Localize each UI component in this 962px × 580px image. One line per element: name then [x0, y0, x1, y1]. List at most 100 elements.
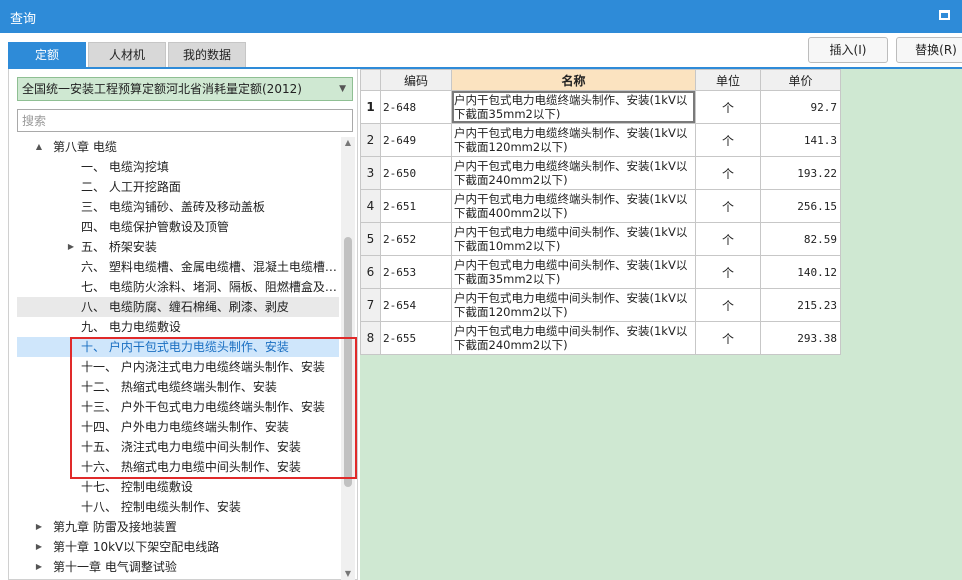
col-header-price[interactable]: 单价: [760, 69, 841, 91]
tree-node[interactable]: 十八、 控制电缆头制作、安装: [17, 497, 339, 517]
code-cell[interactable]: 2-652: [380, 222, 452, 256]
price-cell[interactable]: 256.15: [760, 189, 841, 223]
tree-node[interactable]: 一、 电缆沟挖填: [17, 157, 339, 177]
tree-node-label: 五、 桥架安装: [81, 240, 157, 254]
dropdown-arrow-icon[interactable]: ▼: [339, 78, 346, 100]
name-cell[interactable]: 户内干包式电力电缆中间头制作、安装(1kV以下截面10mm2以下): [451, 222, 696, 256]
row-number-cell[interactable]: 4: [360, 189, 381, 223]
tree-node[interactable]: 九、 电力电缆敷设: [17, 317, 339, 337]
collapse-icon[interactable]: ▲: [33, 137, 45, 157]
price-cell[interactable]: 193.22: [760, 156, 841, 190]
tree-node[interactable]: 十七、 控制电缆敷设: [17, 477, 339, 497]
code-cell[interactable]: 2-655: [380, 321, 452, 355]
row-number-cell[interactable]: 3: [360, 156, 381, 190]
tab-2[interactable]: 我的数据: [168, 42, 246, 67]
title-bar: 查询: [0, 0, 962, 33]
table-row[interactable]: 4 2-651 户内干包式电力电缆终端头制作、安装(1kV以下截面400mm2以下)…: [360, 189, 841, 223]
table-row[interactable]: 5 2-652 户内干包式电力电缆中间头制作、安装(1kV以下截面10mm2以下) 个…: [360, 222, 841, 256]
name-cell[interactable]: 户内干包式电力电缆中间头制作、安装(1kV以下截面35mm2以下): [451, 255, 696, 289]
tree-node-label: 十五、 浇注式电力电缆中间头制作、安装: [81, 440, 301, 454]
table-row[interactable]: 1 2-648 户内干包式电力电缆终端头制作、安装(1kV以下截面35mm2以下) 个…: [360, 90, 841, 124]
tree-node[interactable]: ▶ 第十章 10kV以下架空配电线路: [17, 537, 339, 557]
unit-cell[interactable]: 个: [695, 255, 761, 289]
tree-node[interactable]: ▶ 五、 桥架安装: [17, 237, 339, 257]
scroll-thumb[interactable]: [344, 237, 352, 487]
name-cell[interactable]: 户内干包式电力电缆终端头制作、安装(1kV以下截面240mm2以下): [451, 156, 696, 190]
tree-node[interactable]: 六、 塑料电缆槽、金属电缆槽、混凝土电缆槽…: [17, 257, 339, 277]
tree-node[interactable]: 十五、 浇注式电力电缆中间头制作、安装: [17, 437, 339, 457]
unit-cell[interactable]: 个: [695, 156, 761, 190]
table-row[interactable]: 8 2-655 户内干包式电力电缆中间头制作、安装(1kV以下截面240mm2以下)…: [360, 321, 841, 355]
scroll-up-icon[interactable]: ▲: [341, 137, 355, 149]
tree-node[interactable]: 二、 人工开挖路面: [17, 177, 339, 197]
code-cell[interactable]: 2-654: [380, 288, 452, 322]
expand-icon[interactable]: ▶: [33, 537, 45, 557]
row-number-cell[interactable]: 5: [360, 222, 381, 256]
price-cell[interactable]: 92.7: [760, 90, 841, 124]
tree-node-label: 第八章 电缆: [53, 140, 117, 154]
unit-cell[interactable]: 个: [695, 288, 761, 322]
maximize-icon[interactable]: [939, 10, 950, 20]
tree-node[interactable]: 三、 电缆沟铺砂、盖砖及移动盖板: [17, 197, 339, 217]
tree-node[interactable]: 十四、 户外电力电缆终端头制作、安装: [17, 417, 339, 437]
unit-cell[interactable]: 个: [695, 123, 761, 157]
name-cell[interactable]: 户内干包式电力电缆终端头制作、安装(1kV以下截面35mm2以下): [451, 90, 696, 124]
tree-node[interactable]: 七、 电缆防火涂料、堵洞、隔板、阻燃槽盒及…: [17, 277, 339, 297]
name-cell[interactable]: 户内干包式电力电缆终端头制作、安装(1kV以下截面400mm2以下): [451, 189, 696, 223]
price-cell[interactable]: 215.23: [760, 288, 841, 322]
price-cell[interactable]: 141.3: [760, 123, 841, 157]
tree-scrollbar[interactable]: ▲ ▼: [341, 137, 355, 580]
price-cell[interactable]: 140.12: [760, 255, 841, 289]
code-cell[interactable]: 2-653: [380, 255, 452, 289]
col-header-code[interactable]: 编码: [380, 69, 452, 91]
row-number-cell[interactable]: 8: [360, 321, 381, 355]
tree-node[interactable]: ▲ 第八章 电缆: [17, 137, 339, 157]
name-cell[interactable]: 户内干包式电力电缆终端头制作、安装(1kV以下截面120mm2以下): [451, 123, 696, 157]
tree-node-label: 十、 户内干包式电力电缆头制作、安装: [81, 340, 289, 354]
tree-node[interactable]: 十一、 户内浇注式电力电缆终端头制作、安装: [17, 357, 339, 377]
replace-button[interactable]: 替换(R): [896, 37, 962, 63]
code-cell[interactable]: 2-650: [380, 156, 452, 190]
col-header-name[interactable]: 名称: [451, 69, 696, 91]
price-cell[interactable]: 293.38: [760, 321, 841, 355]
unit-cell[interactable]: 个: [695, 321, 761, 355]
tree-node[interactable]: 八、 电缆防腐、缠石棉绳、刷漆、剥皮: [17, 297, 339, 317]
tree-node[interactable]: 十、 户内干包式电力电缆头制作、安装: [17, 337, 339, 357]
tab-0[interactable]: 定额: [8, 42, 86, 67]
tab-strip: 定额 人材机 我的数据: [8, 42, 248, 67]
expand-icon[interactable]: ▶: [65, 237, 77, 257]
tree-node-label: 十四、 户外电力电缆终端头制作、安装: [81, 420, 289, 434]
table-row[interactable]: 6 2-653 户内干包式电力电缆中间头制作、安装(1kV以下截面35mm2以下) 个…: [360, 255, 841, 289]
tree-node[interactable]: ▶ 第十一章 电气调整试验: [17, 557, 339, 577]
table-row[interactable]: 2 2-649 户内干包式电力电缆终端头制作、安装(1kV以下截面120mm2以下)…: [360, 123, 841, 157]
tree-node[interactable]: 十二、 热缩式电缆终端头制作、安装: [17, 377, 339, 397]
tree-node[interactable]: 十六、 热缩式电力电缆中间头制作、安装: [17, 457, 339, 477]
scroll-down-icon[interactable]: ▼: [341, 568, 355, 580]
tree-node[interactable]: ▶ 第九章 防雷及接地装置: [17, 517, 339, 537]
row-number-cell[interactable]: 7: [360, 288, 381, 322]
tree-node-label: 六、 塑料电缆槽、金属电缆槽、混凝土电缆槽…: [81, 260, 337, 274]
quota-library-select[interactable]: 全国统一安装工程预算定额河北省消耗量定额(2012) ▼: [17, 77, 353, 101]
row-number-cell[interactable]: 2: [360, 123, 381, 157]
row-number-cell[interactable]: 6: [360, 255, 381, 289]
code-cell[interactable]: 2-649: [380, 123, 452, 157]
search-input[interactable]: [17, 109, 353, 132]
tree-node[interactable]: 十三、 户外干包式电力电缆终端头制作、安装: [17, 397, 339, 417]
insert-button[interactable]: 插入(I): [808, 37, 888, 63]
unit-cell[interactable]: 个: [695, 189, 761, 223]
table-row[interactable]: 3 2-650 户内干包式电力电缆终端头制作、安装(1kV以下截面240mm2以下)…: [360, 156, 841, 190]
unit-cell[interactable]: 个: [695, 90, 761, 124]
unit-cell[interactable]: 个: [695, 222, 761, 256]
col-header-unit[interactable]: 单位: [695, 69, 761, 91]
table-row[interactable]: 7 2-654 户内干包式电力电缆中间头制作、安装(1kV以下截面120mm2以下)…: [360, 288, 841, 322]
expand-icon[interactable]: ▶: [33, 517, 45, 537]
expand-icon[interactable]: ▶: [33, 557, 45, 577]
row-number-cell[interactable]: 1: [360, 90, 381, 124]
tab-1[interactable]: 人材机: [88, 42, 166, 67]
code-cell[interactable]: 2-648: [380, 90, 452, 124]
name-cell[interactable]: 户内干包式电力电缆中间头制作、安装(1kV以下截面120mm2以下): [451, 288, 696, 322]
name-cell[interactable]: 户内干包式电力电缆中间头制作、安装(1kV以下截面240mm2以下): [451, 321, 696, 355]
tree-node[interactable]: 四、 电缆保护管敷设及顶管: [17, 217, 339, 237]
price-cell[interactable]: 82.59: [760, 222, 841, 256]
code-cell[interactable]: 2-651: [380, 189, 452, 223]
